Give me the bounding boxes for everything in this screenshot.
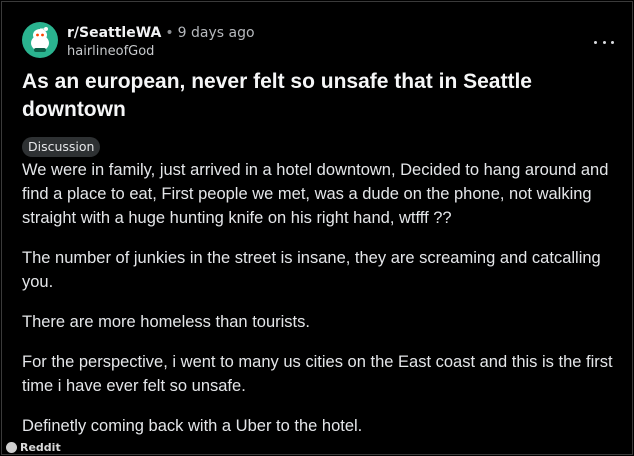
subreddit-avatar-icon[interactable] bbox=[22, 22, 58, 58]
post-meta: r/SeattleWA • 9 days ago bbox=[67, 24, 255, 42]
more-options-icon[interactable] bbox=[594, 38, 614, 46]
post-flair[interactable]: Discussion bbox=[22, 137, 101, 157]
reddit-logo-icon bbox=[6, 442, 17, 453]
watermark-label: Reddit bbox=[20, 441, 61, 454]
meta-separator: • bbox=[165, 25, 174, 41]
more-dot bbox=[602, 40, 606, 44]
more-dot bbox=[594, 40, 597, 44]
reddit-watermark: Reddit bbox=[6, 441, 61, 454]
post-body: We were in family, just arrived in a hot… bbox=[22, 158, 622, 454]
subreddit-link[interactable]: r/SeattleWA bbox=[67, 25, 161, 41]
post-title[interactable]: As an european, never felt so unsafe tha… bbox=[22, 68, 607, 124]
body-paragraph: The number of junkies in the street is i… bbox=[22, 249, 601, 291]
post-time: 9 days ago bbox=[177, 25, 255, 41]
body-paragraph: For the perspective, i went to many us c… bbox=[22, 353, 613, 395]
author-link[interactable]: hairlineofGod bbox=[67, 44, 154, 60]
post-header: r/SeattleWA • 9 days ago hairlineofGod bbox=[22, 18, 622, 62]
body-paragraph: We were in family, just arrived in a hot… bbox=[22, 161, 609, 227]
body-paragraph: Definetly coming back with a Uber to the… bbox=[22, 417, 363, 435]
more-dot bbox=[611, 40, 614, 44]
body-paragraph: There are more homeless than tourists. bbox=[22, 313, 310, 331]
